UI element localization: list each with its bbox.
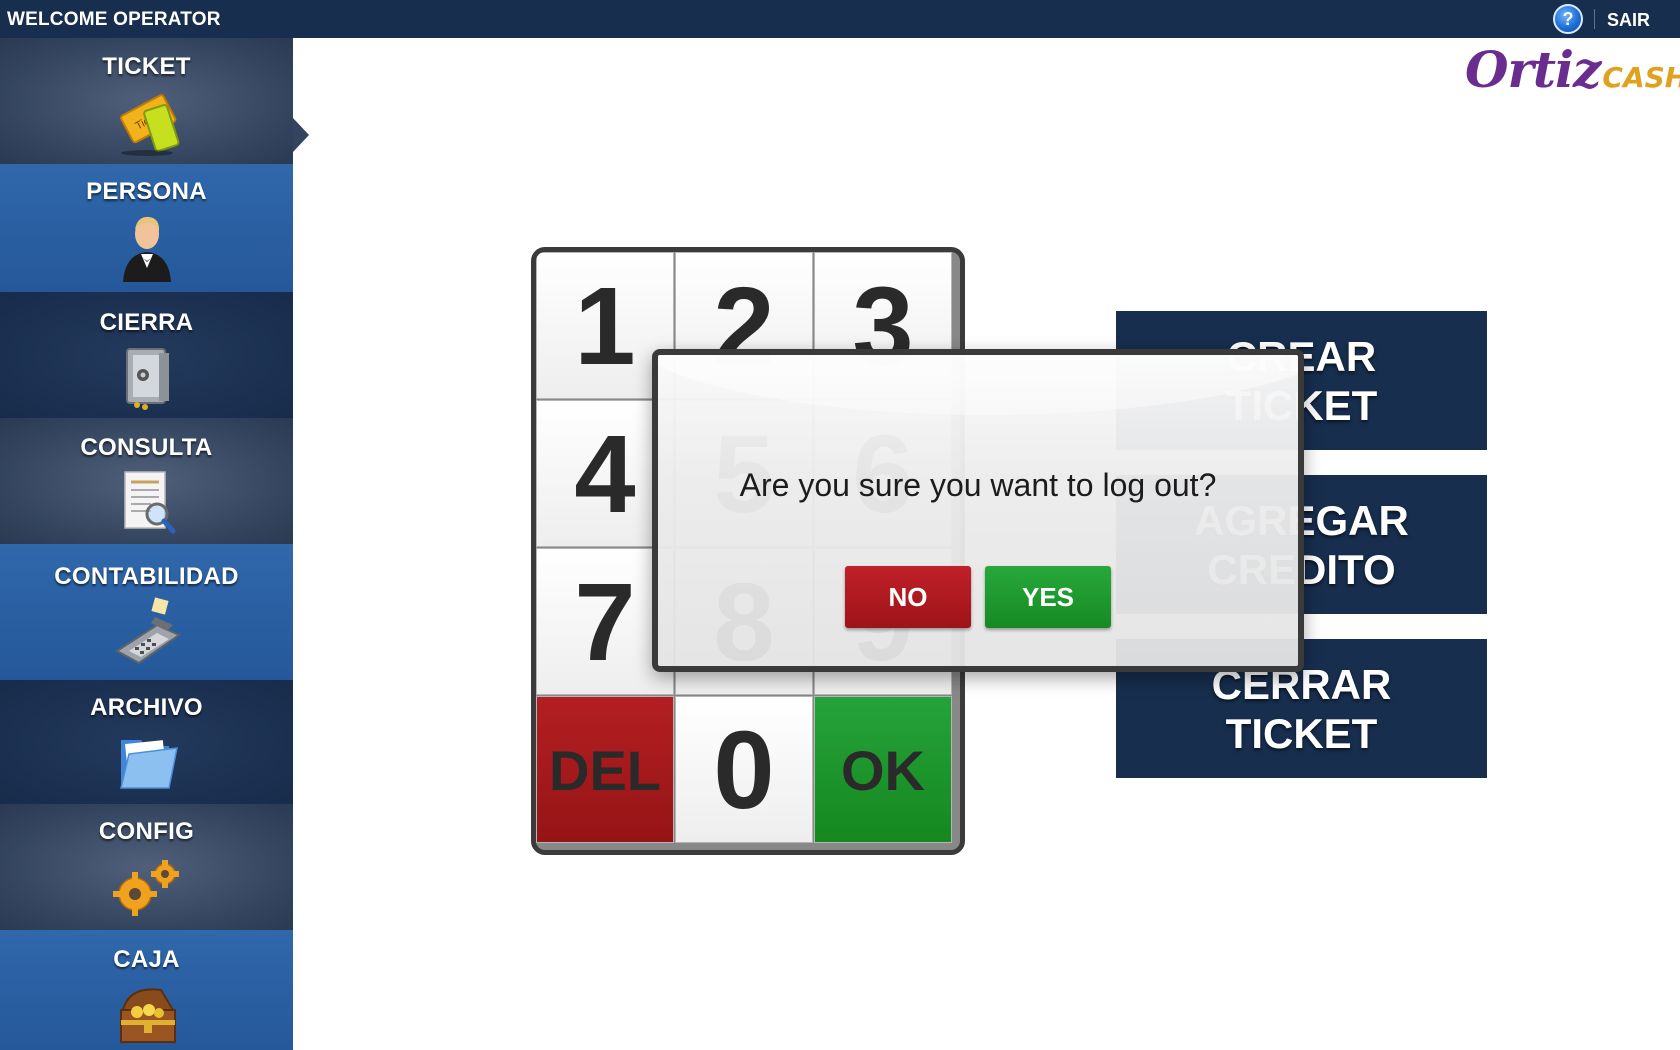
sidebar-item-label: CAJA <box>113 946 180 973</box>
treasure-chest-icon <box>119 988 176 1043</box>
sidebar-item-label: CIERRA <box>99 309 194 336</box>
topbar-divider <box>1594 9 1595 29</box>
key-ok[interactable]: OK <box>814 696 952 843</box>
key-0[interactable]: 0 <box>675 696 813 843</box>
sidebar: TICKET Ticket PERSONA CIERRA <box>0 38 309 1050</box>
top-bar: WELCOME OPERATOR ? SAIR <box>0 0 1680 38</box>
welcome-text: WELCOME OPERATOR <box>7 9 221 30</box>
help-icon[interactable]: ? <box>1553 4 1583 34</box>
sidebar-item-consulta[interactable]: CONSULTA <box>0 418 293 544</box>
dialog-message: Are you sure you want to log out? <box>739 467 1217 503</box>
card-terminal-icon <box>114 597 181 665</box>
logout-button[interactable]: SAIR <box>1607 10 1650 31</box>
sidebar-item-config[interactable]: CONFIG <box>0 804 293 930</box>
ortizcash-logo: OrtizCASH <box>1465 40 1680 100</box>
logo-text-cash: CASH <box>1602 61 1680 94</box>
safe-icon <box>125 348 169 410</box>
sidebar-item-label: CONTABILIDAD <box>54 563 239 590</box>
sidebar-item-cierra[interactable]: CIERRA <box>0 292 293 418</box>
sidebar-item-archivo[interactable]: ARCHIVO <box>0 680 293 804</box>
yes-button[interactable]: YES <box>985 566 1111 628</box>
logo-text-ortiz: Ortiz <box>1465 40 1601 99</box>
no-button[interactable]: NO <box>845 566 971 628</box>
key-delete[interactable]: DEL <box>536 696 674 843</box>
sidebar-item-label: TICKET <box>102 53 191 80</box>
active-indicator <box>293 118 309 152</box>
sidebar-item-label: ARCHIVO <box>90 694 203 721</box>
ticket-icon: Ticket <box>119 94 179 156</box>
gears-icon <box>112 860 179 916</box>
dialog-gloss <box>658 355 1298 415</box>
close-ticket-line2: TICKET <box>1225 710 1378 757</box>
sidebar-item-label: PERSONA <box>86 178 207 205</box>
sidebar-item-contabilidad[interactable]: CONTABILIDAD <box>0 544 293 680</box>
sidebar-item-ticket[interactable]: TICKET Ticket <box>0 38 293 164</box>
person-icon <box>122 216 171 282</box>
document-search-icon <box>123 471 175 534</box>
sidebar-item-label: CONFIG <box>98 818 195 845</box>
folder-icon <box>119 740 178 789</box>
logout-confirm-dialog: Are you sure you want to log out? NO YES <box>652 349 1304 672</box>
sidebar-item-label: CONSULTA <box>80 434 213 461</box>
sidebar-item-caja[interactable]: CAJA <box>0 930 293 1050</box>
sidebar-item-persona[interactable]: PERSONA <box>0 164 293 292</box>
